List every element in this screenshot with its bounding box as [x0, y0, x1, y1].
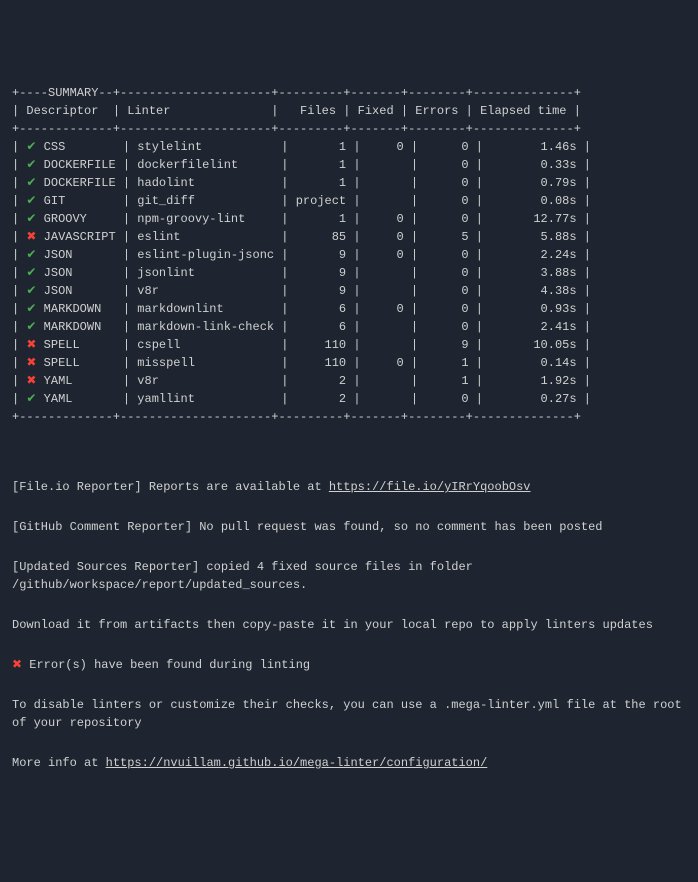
status-icon: ✔ — [26, 158, 36, 172]
status-icon: ✔ — [26, 392, 36, 406]
table-row: | ✔ MARKDOWN | markdown-link-check | 6 |… — [12, 318, 686, 336]
status-icon: ✔ — [26, 320, 36, 334]
table-row: | ✔ DOCKERFILE | hadolint | 1 | | 0 | 0.… — [12, 174, 686, 192]
table-row: | ✖ SPELL | cspell | 110 | | 9 | 10.05s … — [12, 336, 686, 354]
download-hint-line: Download it from artifacts then copy-pas… — [12, 616, 686, 634]
errors-found-line: ✖ Error(s) have been found during lintin… — [12, 656, 686, 674]
status-icon: ✔ — [26, 140, 36, 154]
updated-sources-line: [Updated Sources Reporter] copied 4 fixe… — [12, 558, 686, 594]
fileio-link[interactable]: https://file.io/yIRrYqoobOsv — [329, 480, 531, 494]
status-icon: ✔ — [26, 212, 36, 226]
status-icon: ✔ — [26, 248, 36, 262]
status-icon: ✖ — [26, 374, 36, 388]
disable-hint-line: To disable linters or customize their ch… — [12, 696, 686, 732]
cross-icon: ✖ — [12, 658, 22, 672]
footer-block: [File.io Reporter] Reports are available… — [12, 458, 686, 792]
table-row: | ✔ JSON | jsonlint | 9 | | 0 | 3.88s | — [12, 264, 686, 282]
table-row: | ✖ SPELL | misspell | 110 | 0 | 1 | 0.1… — [12, 354, 686, 372]
status-icon: ✖ — [26, 230, 36, 244]
table-row: | ✔ GIT | git_diff | project | | 0 | 0.0… — [12, 192, 686, 210]
table-row: | ✖ YAML | v8r | 2 | | 1 | 1.92s | — [12, 372, 686, 390]
status-icon: ✔ — [26, 176, 36, 190]
summary-table: +----SUMMARY--+---------------------+---… — [12, 84, 686, 426]
table-border-top: +----SUMMARY--+---------------------+---… — [12, 84, 686, 102]
fileio-reporter-line: [File.io Reporter] Reports are available… — [12, 478, 686, 496]
status-icon: ✔ — [26, 194, 36, 208]
table-border-bottom: +-------------+---------------------+---… — [12, 408, 686, 426]
table-row: | ✔ GROOVY | npm-groovy-lint | 1 | 0 | 0… — [12, 210, 686, 228]
table-row: | ✔ JSON | eslint-plugin-jsonc | 9 | 0 |… — [12, 246, 686, 264]
status-icon: ✖ — [26, 338, 36, 352]
table-row: | ✔ YAML | yamllint | 2 | | 0 | 0.27s | — [12, 390, 686, 408]
status-icon: ✔ — [26, 266, 36, 280]
status-icon: ✖ — [26, 356, 36, 370]
status-icon: ✔ — [26, 284, 36, 298]
table-row: | ✔ JSON | v8r | 9 | | 0 | 4.38s | — [12, 282, 686, 300]
table-row: | ✔ DOCKERFILE | dockerfilelint | 1 | | … — [12, 156, 686, 174]
more-info-link[interactable]: https://nvuillam.github.io/mega-linter/c… — [106, 756, 488, 770]
table-border-sep: +-------------+---------------------+---… — [12, 120, 686, 138]
table-row: | ✔ MARKDOWN | markdownlint | 6 | 0 | 0 … — [12, 300, 686, 318]
status-icon: ✔ — [26, 302, 36, 316]
more-info-line: More info at https://nvuillam.github.io/… — [12, 754, 686, 772]
github-comment-line: [GitHub Comment Reporter] No pull reques… — [12, 518, 686, 536]
table-row: | ✔ CSS | stylelint | 1 | 0 | 0 | 1.46s … — [12, 138, 686, 156]
table-row: | ✖ JAVASCRIPT | eslint | 85 | 0 | 5 | 5… — [12, 228, 686, 246]
table-header: | Descriptor | Linter | Files | Fixed | … — [12, 102, 686, 120]
